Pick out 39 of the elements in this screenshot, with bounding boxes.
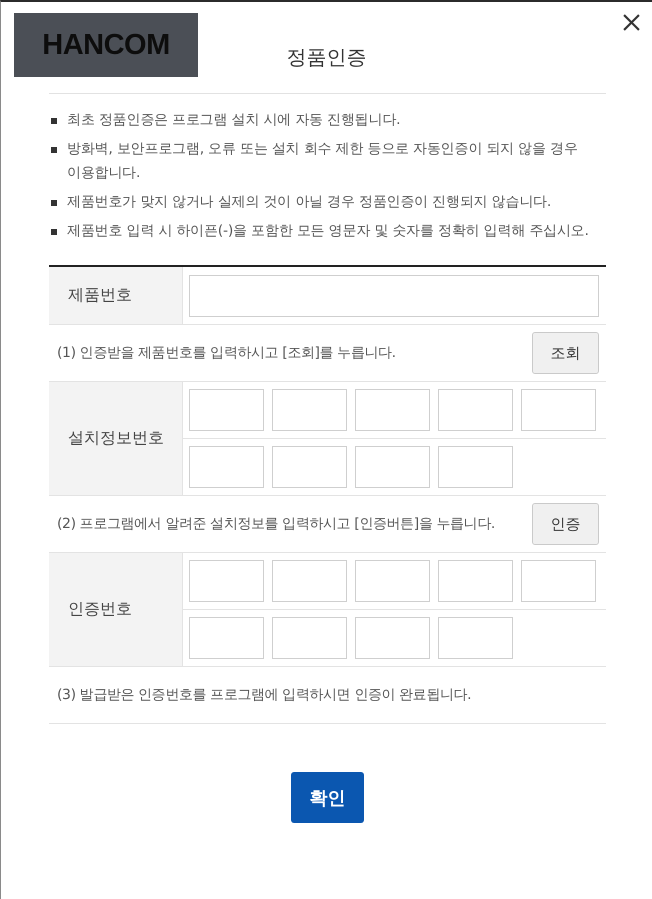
segment-field[interactable] [272, 446, 347, 488]
action-button[interactable]: 조회 [532, 332, 599, 374]
segment-field[interactable] [272, 617, 347, 659]
bullet-icon [51, 200, 57, 206]
segment-field[interactable] [189, 617, 264, 659]
segment-field[interactable] [355, 617, 430, 659]
segment-field[interactable] [355, 446, 430, 488]
dialog-title: 정품인증 [286, 44, 366, 70]
confirm-button[interactable]: 확인 [291, 772, 364, 823]
segment-field[interactable] [438, 560, 513, 602]
notice-text: 방화벽, 보안프로그램, 오류 또는 설치 회수 제한 등으로 자동인증이 되지 않을 경우 이용합니다. [67, 140, 579, 183]
input-field[interactable] [189, 274, 599, 316]
segment-field[interactable] [521, 560, 596, 602]
segment-field[interactable] [438, 617, 513, 659]
notice-text: 제품번호 입력 시 하이픈(-)을 포함한 모든 영문자 및 숫자를 정확히 입력해 주십시오. [67, 222, 589, 241]
notice-text: 제품번호가 맞지 않거나 실제의 것이 아닐 경우 정품인증이 진행되지 않습니다. [67, 193, 552, 212]
segment-field[interactable] [438, 446, 513, 488]
logo: HANCOM [14, 13, 198, 77]
segment-field[interactable] [438, 389, 513, 431]
segment-field[interactable] [521, 389, 596, 431]
segment-field[interactable] [355, 560, 430, 602]
step-text: (3) 발급받은 인증번호를 프로그램에 입력하시면 인증이 완료됩니다. [57, 686, 472, 704]
bullet-icon [51, 229, 57, 235]
segment-field[interactable] [272, 560, 347, 602]
label-cell: 설치정보번호 [49, 382, 183, 495]
bullet-icon [51, 147, 57, 153]
segment-field[interactable] [272, 389, 347, 431]
segment-field[interactable] [189, 560, 264, 602]
step-text: (2) 프로그램에서 알려준 설치정보를 입력하시고 [인증버튼]을 누릅니다. [57, 515, 496, 533]
label-cell: 인증번호 [49, 553, 183, 666]
label-cell: 제품번호 [49, 267, 183, 324]
segment-field[interactable] [355, 389, 430, 431]
segment-field[interactable] [189, 446, 264, 488]
step-text: (1) 인증받을 제품번호를 입력하시고 [조회]를 누릅니다. [57, 344, 397, 362]
segment-field[interactable] [189, 389, 264, 431]
notice-text: 최초 정품인증은 프로그램 설치 시에 자동 진행됩니다. [67, 111, 400, 130]
close-icon[interactable] [623, 14, 640, 31]
action-button[interactable]: 인증 [532, 503, 599, 545]
bullet-icon [51, 118, 57, 124]
